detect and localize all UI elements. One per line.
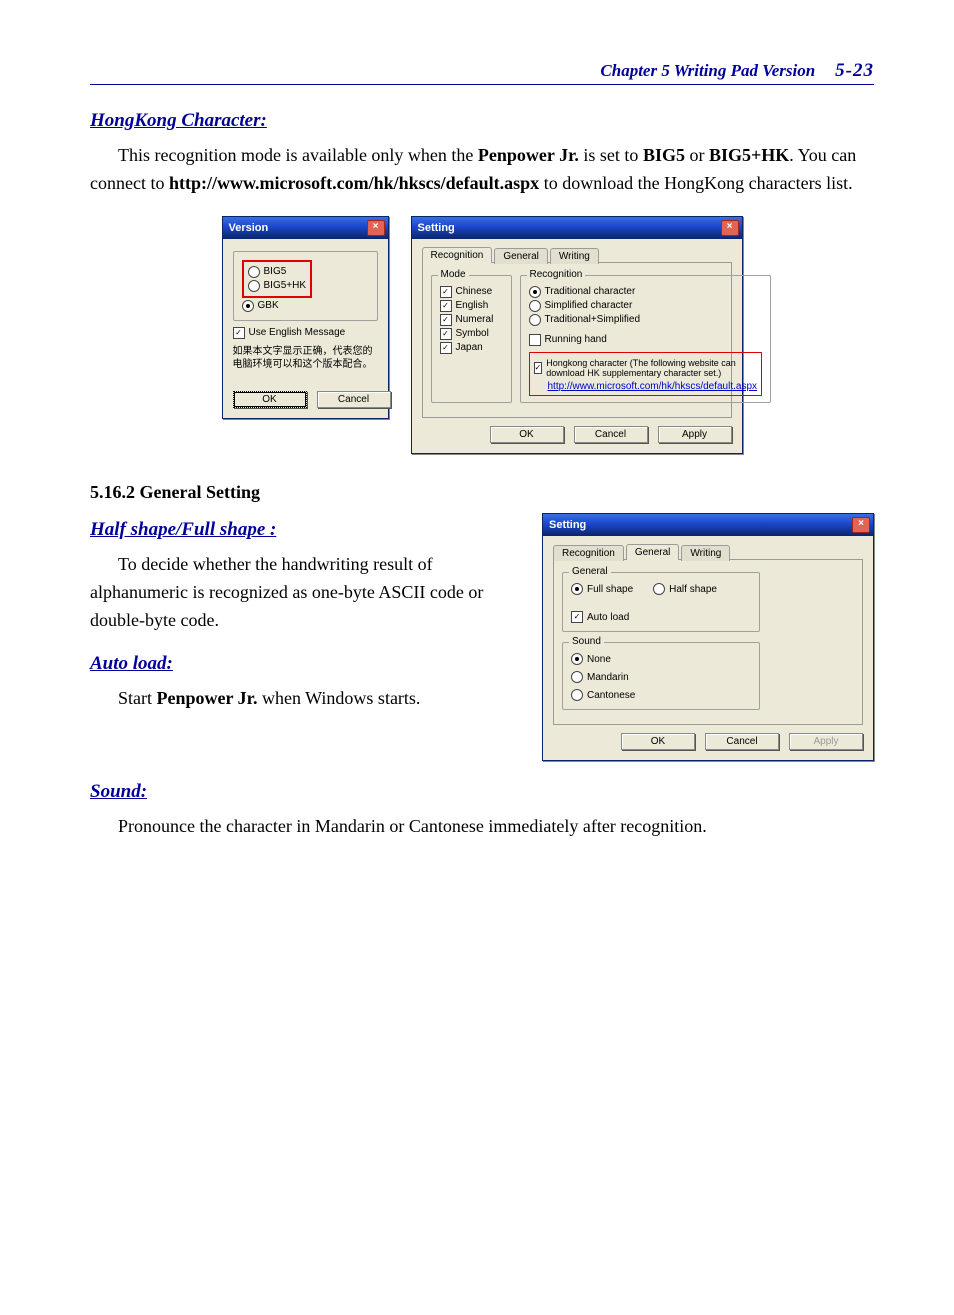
check-english[interactable]: English — [440, 300, 503, 312]
dialog-setting-title: Setting — [418, 222, 455, 234]
radio-icon — [571, 671, 583, 683]
check-japan[interactable]: Japan — [440, 342, 503, 354]
dialog-setting-titlebar: Setting × — [543, 514, 873, 536]
close-icon[interactable]: × — [721, 220, 739, 236]
hk-url-link[interactable]: http://www.microsoft.com/hk/hkscs/defaul… — [548, 381, 758, 392]
heading-half-full-shape: Half shape/Full shape : — [90, 519, 520, 541]
dialog-setting-recognition: Setting × Recognition General Writing Mo… — [411, 216, 743, 455]
check-icon — [529, 334, 541, 346]
radio-sound-mandarin[interactable]: Mandarin — [571, 671, 751, 683]
highlight-hk-box: Hongkong character (The following websit… — [529, 352, 763, 397]
radio-icon — [571, 583, 583, 595]
radio-gbk[interactable]: GBK — [242, 300, 369, 312]
apply-button[interactable]: Apply — [658, 426, 732, 443]
check-numeral[interactable]: Numeral — [440, 314, 503, 326]
check-icon — [440, 286, 452, 298]
radio-icon — [571, 653, 583, 665]
group-recognition-title: Recognition — [527, 269, 586, 280]
para-hongkong: This recognition mode is available only … — [90, 142, 874, 198]
radio-sound-none[interactable]: None — [571, 653, 751, 665]
tab-general[interactable]: General — [626, 544, 680, 560]
check-hongkong[interactable]: Hongkong character (The following websit… — [534, 358, 758, 379]
radio-icon — [248, 280, 260, 292]
chapter-title: Chapter 5 Writing Pad Version — [600, 61, 815, 81]
radio-full-shape[interactable]: Full shape — [571, 583, 633, 595]
check-icon — [440, 342, 452, 354]
check-icon — [534, 362, 543, 374]
cancel-button[interactable]: Cancel — [574, 426, 648, 443]
radio-sound-cantonese[interactable]: Cantonese — [571, 689, 751, 701]
para-sound: Pronounce the character in Mandarin or C… — [90, 813, 874, 841]
tab-recognition[interactable]: Recognition — [553, 545, 624, 561]
radio-half-shape[interactable]: Half shape — [653, 583, 717, 595]
tab-general[interactable]: General — [494, 248, 548, 264]
heading-sound: Sound: — [90, 781, 874, 803]
check-symbol[interactable]: Symbol — [440, 328, 503, 340]
check-icon — [571, 611, 583, 623]
check-chinese[interactable]: Chinese — [440, 286, 503, 298]
group-mode-title: Mode — [438, 269, 469, 280]
tab-recognition[interactable]: Recognition — [422, 247, 493, 263]
radio-icon — [653, 583, 665, 595]
cancel-button[interactable]: Cancel — [317, 391, 391, 408]
tab-writing[interactable]: Writing — [550, 248, 599, 264]
radio-trad-simp[interactable]: Traditional+Simplified — [529, 314, 763, 326]
radio-icon — [529, 314, 541, 326]
check-use-english[interactable]: Use English Message — [233, 327, 378, 339]
group-sound-title: Sound — [569, 636, 604, 647]
dialog-version: Version × BIG5 BIG5+HK GBK Use English M… — [222, 216, 389, 419]
page-header: Chapter 5 Writing Pad Version 5-23 — [90, 60, 874, 85]
radio-big5[interactable]: BIG5 — [248, 266, 307, 278]
ok-button[interactable]: OK — [233, 391, 307, 408]
check-icon — [440, 314, 452, 326]
apply-button[interactable]: Apply — [789, 733, 863, 750]
radio-icon — [571, 689, 583, 701]
dialog-setting-title: Setting — [549, 519, 586, 531]
radio-icon — [529, 300, 541, 312]
close-icon[interactable]: × — [367, 220, 385, 236]
dialog-version-title: Version — [229, 222, 269, 234]
close-icon[interactable]: × — [852, 517, 870, 533]
radio-simplified[interactable]: Simplified character — [529, 300, 763, 312]
dialog-setting-general: Setting × Recognition General Writing Ge… — [542, 513, 874, 761]
page-number: 5-23 — [835, 60, 874, 82]
check-icon — [440, 328, 452, 340]
check-running-hand[interactable]: Running hand — [529, 334, 763, 346]
heading-hongkong-character: HongKong Character: — [90, 110, 874, 132]
cancel-button[interactable]: Cancel — [705, 733, 779, 750]
highlight-box: BIG5 BIG5+HK — [242, 260, 313, 298]
heading-auto-load: Auto load: — [90, 653, 520, 675]
dialog-setting-titlebar: Setting × — [412, 217, 742, 239]
radio-icon — [242, 300, 254, 312]
radio-traditional[interactable]: Traditional character — [529, 286, 763, 298]
radio-big5hk[interactable]: BIG5+HK — [248, 280, 307, 292]
para-half-full: To decide whether the handwriting result… — [90, 551, 520, 635]
check-icon — [233, 327, 245, 339]
group-general-title: General — [569, 566, 611, 577]
check-auto-load[interactable]: Auto load — [571, 611, 751, 623]
tab-writing[interactable]: Writing — [681, 545, 730, 561]
para-auto-load: Start Penpower Jr. when Windows starts. — [90, 685, 520, 713]
radio-icon — [529, 286, 541, 298]
radio-icon — [248, 266, 260, 278]
dialog-version-titlebar: Version × — [223, 217, 388, 239]
heading-5-16-2: 5.16.2 General Setting — [90, 482, 874, 503]
ok-button[interactable]: OK — [621, 733, 695, 750]
ok-button[interactable]: OK — [490, 426, 564, 443]
check-icon — [440, 300, 452, 312]
chinese-sample-text: 如果本文字显示正确，代表您的电脑环境可以和这个版本配合。 — [233, 345, 378, 371]
